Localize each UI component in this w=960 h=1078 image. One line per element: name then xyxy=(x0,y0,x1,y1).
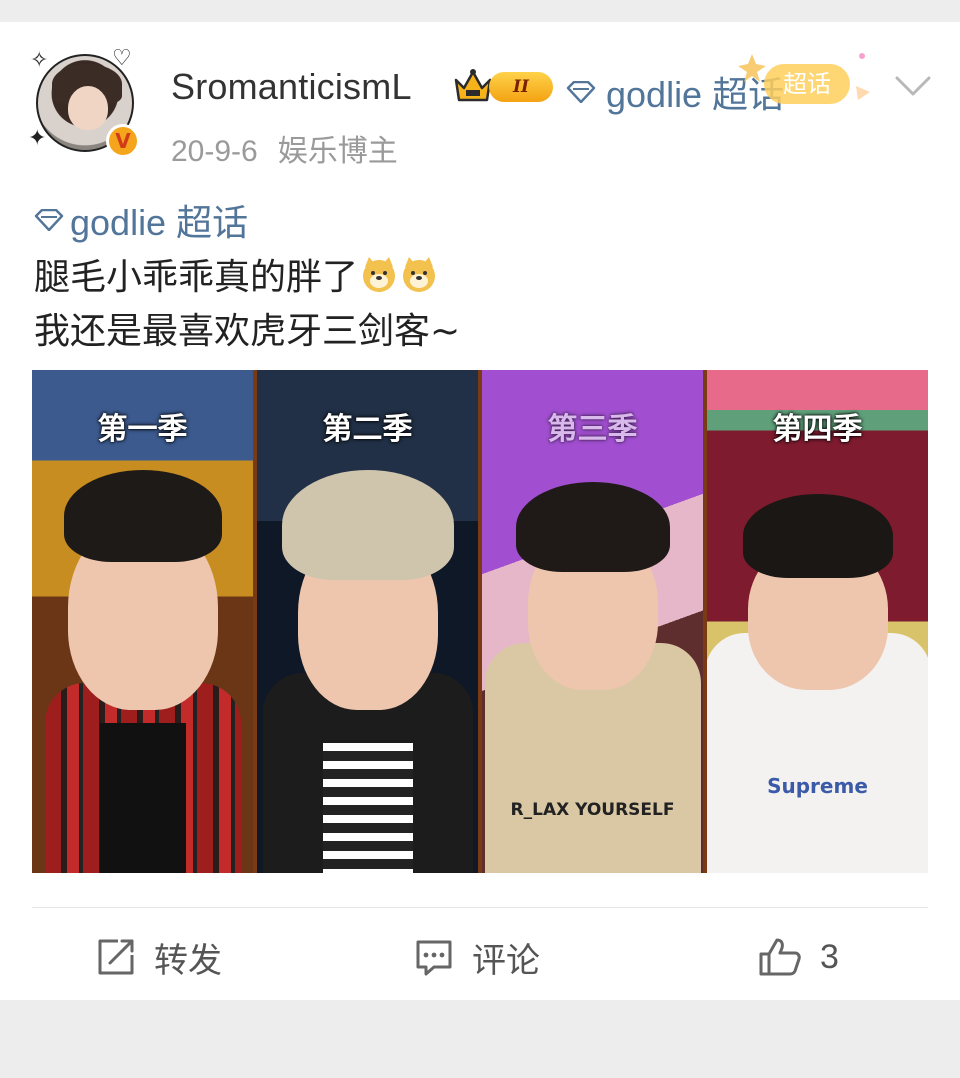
season-label: 第四季 xyxy=(772,412,863,447)
thumbs-up-icon xyxy=(759,938,801,976)
like-button[interactable]: 3 xyxy=(758,936,839,978)
image-panel-season-3: R_LAX YOURSELF 第三季 xyxy=(482,370,703,873)
crown-icon xyxy=(454,69,492,102)
user-role: 娱乐博主 xyxy=(277,135,398,168)
level-label: II xyxy=(489,72,553,102)
diamond-icon xyxy=(34,209,64,231)
shirt-text: Supreme xyxy=(767,774,868,798)
post-image[interactable]: 第一季 第二季 R_LAX YOURSELF 第三季 Supreme 第四季 xyxy=(32,370,928,873)
like-count: 3 xyxy=(820,937,839,976)
divider xyxy=(32,907,928,908)
comment-button[interactable]: 评论 xyxy=(414,936,540,980)
post-topic-link[interactable]: godlie 超话 xyxy=(34,194,248,246)
repost-button[interactable]: 转发 xyxy=(96,936,222,980)
doge-icon xyxy=(403,257,436,292)
season-label: 第一季 xyxy=(97,412,188,447)
verified-badge-icon: V xyxy=(106,124,140,158)
shirt-text: R_LAX YOURSELF xyxy=(510,800,675,820)
image-panel-season-1: 第一季 xyxy=(32,370,253,873)
diamond-icon xyxy=(566,81,596,103)
season-label: 第二季 xyxy=(322,412,413,447)
doge-icon xyxy=(363,257,396,292)
repost-label: 转发 xyxy=(154,941,222,980)
post-topic-text: godlie 超话 xyxy=(70,202,249,243)
vip-level-badge[interactable]: II xyxy=(453,68,553,104)
post-text-line: 腿毛小乖乖真的胖了 xyxy=(34,248,438,300)
topic-badge-label: 超话 xyxy=(783,70,831,98)
star-icon: ✧ xyxy=(30,48,49,73)
post-text: 我还是最喜欢虎牙三剑客~ xyxy=(34,311,461,352)
post-text: 腿毛小乖乖真的胖了 xyxy=(34,257,359,298)
season-label: 第三季 xyxy=(547,412,638,447)
image-panel-season-2: 第二季 xyxy=(257,370,478,873)
comment-label: 评论 xyxy=(472,941,540,980)
super-topic-badge-icon: 超话 xyxy=(738,53,870,104)
repost-icon xyxy=(98,939,134,975)
chevron-down-icon[interactable] xyxy=(893,72,933,100)
username[interactable]: SromanticismL xyxy=(171,66,412,108)
image-panel-season-4: Supreme 第四季 xyxy=(707,370,928,873)
comment-icon xyxy=(416,940,452,976)
post-meta: 20-9-6 娱乐博主 xyxy=(171,126,398,170)
heart-icon: ♡ xyxy=(112,46,132,71)
post-date: 20-9-6 xyxy=(171,135,258,168)
avatar[interactable]: ✧ ♡ ✦ V xyxy=(28,46,142,160)
sparkle-icon: ✦ xyxy=(28,126,47,151)
